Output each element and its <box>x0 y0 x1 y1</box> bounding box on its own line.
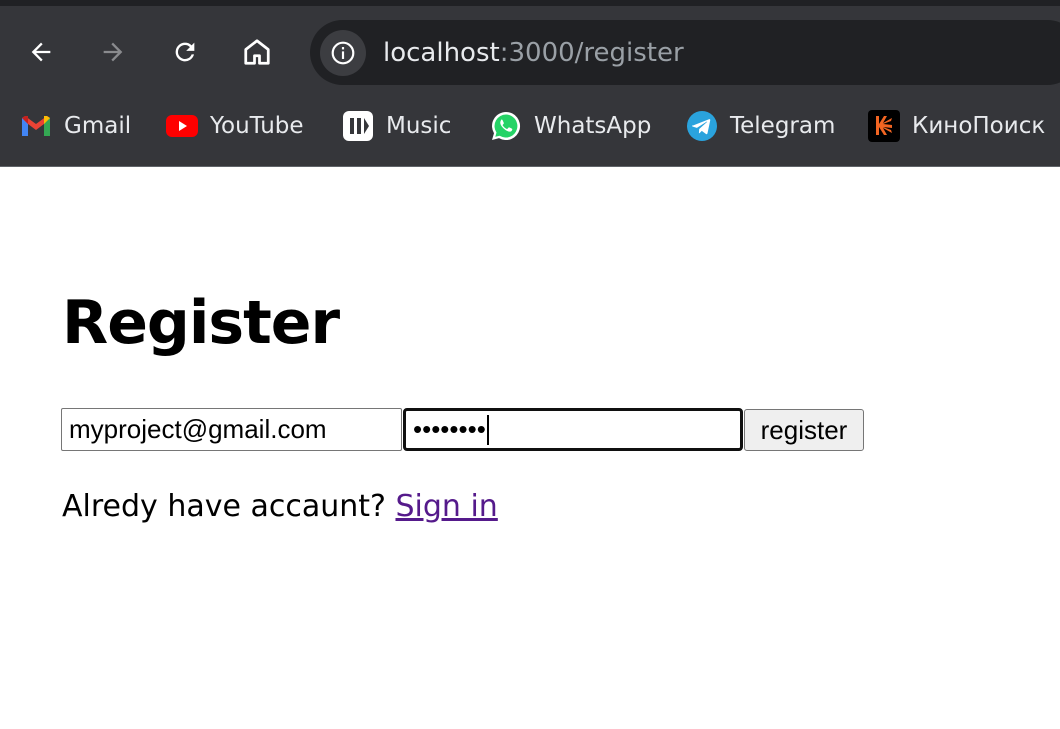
signin-prompt: Alredy have accaunt? <box>62 489 396 524</box>
whatsapp-icon <box>490 110 522 142</box>
signin-prompt-line: Alredy have accaunt? Sign in <box>62 487 498 527</box>
bookmark-whatsapp[interactable]: WhatsApp <box>490 108 651 144</box>
email-field[interactable]: myproject@gmail.com <box>61 408 402 451</box>
reload-button[interactable] <box>165 32 205 72</box>
bookmark-label: YouTube <box>210 113 304 139</box>
bookmark-kinopoisk[interactable]: КиноПоиск <box>868 108 1045 144</box>
youtube-icon <box>166 110 198 142</box>
browser-chrome: localhost:3000/register Gmail YouTube Mu… <box>0 0 1060 167</box>
arrow-left-icon <box>31 42 51 62</box>
register-button[interactable]: register <box>744 409 864 451</box>
music-icon <box>342 110 374 142</box>
text-caret <box>486 414 489 445</box>
kinopoisk-icon <box>868 110 900 142</box>
bookmark-telegram[interactable]: Telegram <box>686 108 835 144</box>
bookmark-label: WhatsApp <box>534 113 652 139</box>
bookmark-gmail[interactable]: Gmail <box>20 108 131 144</box>
reload-icon <box>175 42 195 62</box>
bookmark-label: Gmail <box>64 113 132 139</box>
tab-strip <box>0 0 1060 6</box>
gmail-icon <box>20 110 52 142</box>
bookmark-label: Music <box>386 113 452 139</box>
arrow-right-icon <box>103 42 123 62</box>
url-text[interactable]: localhost:3000/register <box>383 37 684 69</box>
home-button[interactable] <box>237 32 277 72</box>
forward-button[interactable] <box>93 32 133 72</box>
password-value: •••••••• <box>413 414 486 444</box>
address-bar[interactable]: localhost:3000/register <box>310 20 1060 85</box>
page-content: Register myproject@gmail.com •••••••• re… <box>0 167 1060 729</box>
signin-link[interactable]: Sign in <box>395 489 497 524</box>
bookmark-label: КиноПоиск <box>912 113 1046 139</box>
site-info-button[interactable] <box>320 30 366 76</box>
page-title: Register <box>62 288 340 358</box>
info-icon <box>331 41 355 65</box>
url-host: localhost <box>383 38 500 68</box>
password-field[interactable]: •••••••• <box>403 408 743 451</box>
bookmarks-bar: Gmail YouTube Music WhatsApp Telegram Ки… <box>0 100 1060 152</box>
email-value: myproject@gmail.com <box>69 414 327 444</box>
back-button[interactable] <box>21 32 61 72</box>
bookmark-music[interactable]: Music <box>342 108 451 144</box>
bookmark-youtube[interactable]: YouTube <box>166 108 304 144</box>
home-icon <box>244 39 270 65</box>
telegram-icon <box>686 110 718 142</box>
bookmark-label: Telegram <box>730 113 836 139</box>
url-path: :3000/register <box>499 38 684 68</box>
